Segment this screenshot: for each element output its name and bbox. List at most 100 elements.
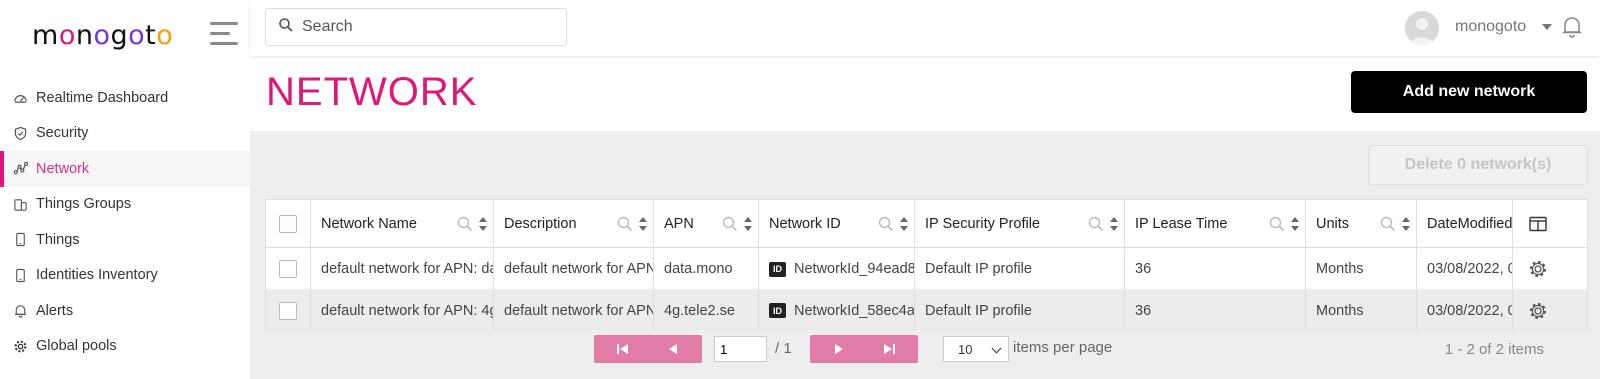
table-row[interactable]: default network for APN: data.mono defau… <box>266 249 1587 290</box>
column-header-date-modified[interactable]: DateModified <box>1417 200 1513 247</box>
sidebar-item-label: Identities Inventory <box>36 267 158 284</box>
column-header-network-id[interactable]: Network ID <box>759 200 915 247</box>
settings-gear-icon[interactable] <box>1528 301 1548 321</box>
add-new-network-button[interactable]: Add new network <box>1351 71 1587 113</box>
phone-icon <box>12 232 28 248</box>
network-id-value: NetworkId_58ec4ab <box>794 302 915 319</box>
sort-icon[interactable] <box>639 217 647 231</box>
row-checkbox[interactable] <box>279 301 297 320</box>
filter-search-icon[interactable] <box>617 216 633 232</box>
units-cell: Months <box>1306 290 1417 331</box>
sidebar-item-label: Alerts <box>36 302 74 319</box>
search-box[interactable] <box>265 8 567 46</box>
row-checkbox[interactable] <box>279 260 297 278</box>
column-header-network-name[interactable]: Network Name <box>311 200 494 247</box>
caret-down-icon[interactable] <box>1542 24 1552 30</box>
page-number-input[interactable] <box>714 336 767 362</box>
column-tools <box>613 216 647 232</box>
filter-search-icon[interactable] <box>457 216 473 232</box>
items-per-page-select[interactable]: 10 <box>943 336 1009 362</box>
table-header-row: Network Name Description APN Network ID … <box>266 200 1587 248</box>
previous-page-button[interactable] <box>644 335 702 363</box>
row-actions-cell <box>1513 290 1563 331</box>
filter-search-icon[interactable] <box>1088 216 1104 232</box>
apn-cell: data.mono <box>654 249 759 289</box>
filter-search-icon[interactable] <box>722 216 738 232</box>
hamburger-line <box>210 32 230 35</box>
column-tools <box>718 216 752 232</box>
sidebar-item-global-pools[interactable]: Global pools <box>0 329 250 365</box>
id-badge-icon: ID <box>769 303 786 318</box>
page-title: NETWORK <box>266 70 478 114</box>
table-row[interactable]: default network for APN: 4g.tele2.se def… <box>266 290 1587 331</box>
description-cell: default network for APN: data.mono <box>494 249 654 289</box>
dashboard-icon <box>12 90 28 106</box>
date-modified-cell: 03/08/2022, 0 <box>1417 249 1513 289</box>
last-page-icon <box>884 344 895 354</box>
network-icon <box>12 161 28 177</box>
column-tools <box>1265 216 1299 232</box>
network-id-cell: ID NetworkId_94ead8e <box>759 249 915 289</box>
sort-icon[interactable] <box>1402 217 1410 231</box>
column-header-ip-lease-time[interactable]: IP Lease Time <box>1125 200 1306 247</box>
column-header-label: Description <box>504 215 577 232</box>
sidebar-item-things-groups[interactable]: Things Groups <box>0 187 250 223</box>
sidebar-item-label: Things Groups <box>36 196 132 213</box>
column-chooser-cell <box>1513 200 1563 247</box>
column-header-label: Network ID <box>769 215 841 232</box>
avatar[interactable] <box>1405 11 1439 45</box>
sort-icon[interactable] <box>900 217 908 231</box>
select-all-checkbox[interactable] <box>279 214 297 233</box>
column-header-label: Network Name <box>321 215 417 232</box>
logo-wordmark: monogoto <box>32 20 173 51</box>
column-tools <box>453 216 487 232</box>
sort-icon[interactable] <box>744 217 752 231</box>
sort-icon[interactable] <box>479 217 487 231</box>
sidebar-item-realtime-dashboard[interactable]: Realtime Dashboard <box>0 80 250 116</box>
filter-search-icon[interactable] <box>1380 216 1396 232</box>
columns-layout-icon[interactable] <box>1529 216 1547 232</box>
sidebar-item-security[interactable]: Security <box>0 116 250 152</box>
description-cell: default network for APN: 4g.tele2.se <box>494 290 654 331</box>
sidebar-item-things[interactable]: Things <box>0 222 250 258</box>
networks-table: Network Name Description APN Network ID … <box>265 199 1588 331</box>
units-cell: Months <box>1306 249 1417 289</box>
items-count: 1 - 2 of 2 items <box>1444 341 1544 358</box>
delete-networks-button[interactable]: Delete 0 network(s) <box>1368 145 1588 185</box>
user-menu-name[interactable]: monogoto <box>1455 18 1526 36</box>
filter-search-icon[interactable] <box>878 216 894 232</box>
menu-toggle-button[interactable] <box>210 22 238 48</box>
column-header-description[interactable]: Description <box>494 200 654 247</box>
settings-gear-icon[interactable] <box>1528 259 1548 279</box>
sidebar-item-label: Things <box>36 231 80 248</box>
column-header-units[interactable]: Units <box>1306 200 1417 247</box>
column-header-ip-security-profile[interactable]: IP Security Profile <box>915 200 1125 247</box>
sidebar-item-identities-inventory[interactable]: Identities Inventory <box>0 258 250 294</box>
sort-icon[interactable] <box>1110 217 1118 231</box>
sort-icon[interactable] <box>1291 217 1299 231</box>
hamburger-line <box>210 42 238 45</box>
date-modified-cell: 03/08/2022, 0 <box>1417 290 1513 331</box>
sidebar-item-label: Network <box>36 160 90 177</box>
network-name-cell: default network for APN: data.mono <box>311 249 494 289</box>
filter-search-icon[interactable] <box>1269 216 1285 232</box>
sidebar-item-alerts[interactable]: Alerts <box>0 293 250 329</box>
row-select-cell <box>266 290 311 331</box>
last-page-button[interactable] <box>860 335 918 363</box>
search-input[interactable] <box>302 18 562 36</box>
column-header-label: APN <box>664 215 694 232</box>
sidebar-item-network[interactable]: Network <box>0 151 250 187</box>
main-content: Delete 0 network(s) Network Name Descrip… <box>250 131 1600 379</box>
network-id-value: NetworkId_94ead8e <box>794 261 915 277</box>
pagination: / 1 10 items per page 1 - 2 of 2 items <box>250 335 1600 365</box>
sim-icon <box>12 267 28 283</box>
network-name-cell: default network for APN: 4g.tele2.se <box>311 290 494 331</box>
notifications-bell-icon[interactable] <box>1560 14 1584 40</box>
column-header-apn[interactable]: APN <box>654 200 759 247</box>
network-id-cell: ID NetworkId_58ec4ab <box>759 290 915 331</box>
column-tools <box>1376 216 1410 232</box>
sidebar: monogoto Realtime Dashboard Security Net… <box>0 0 250 379</box>
bell-icon <box>12 303 28 319</box>
monogoto-logo[interactable]: monogoto <box>32 18 192 58</box>
topbar: monogoto <box>250 0 1600 56</box>
